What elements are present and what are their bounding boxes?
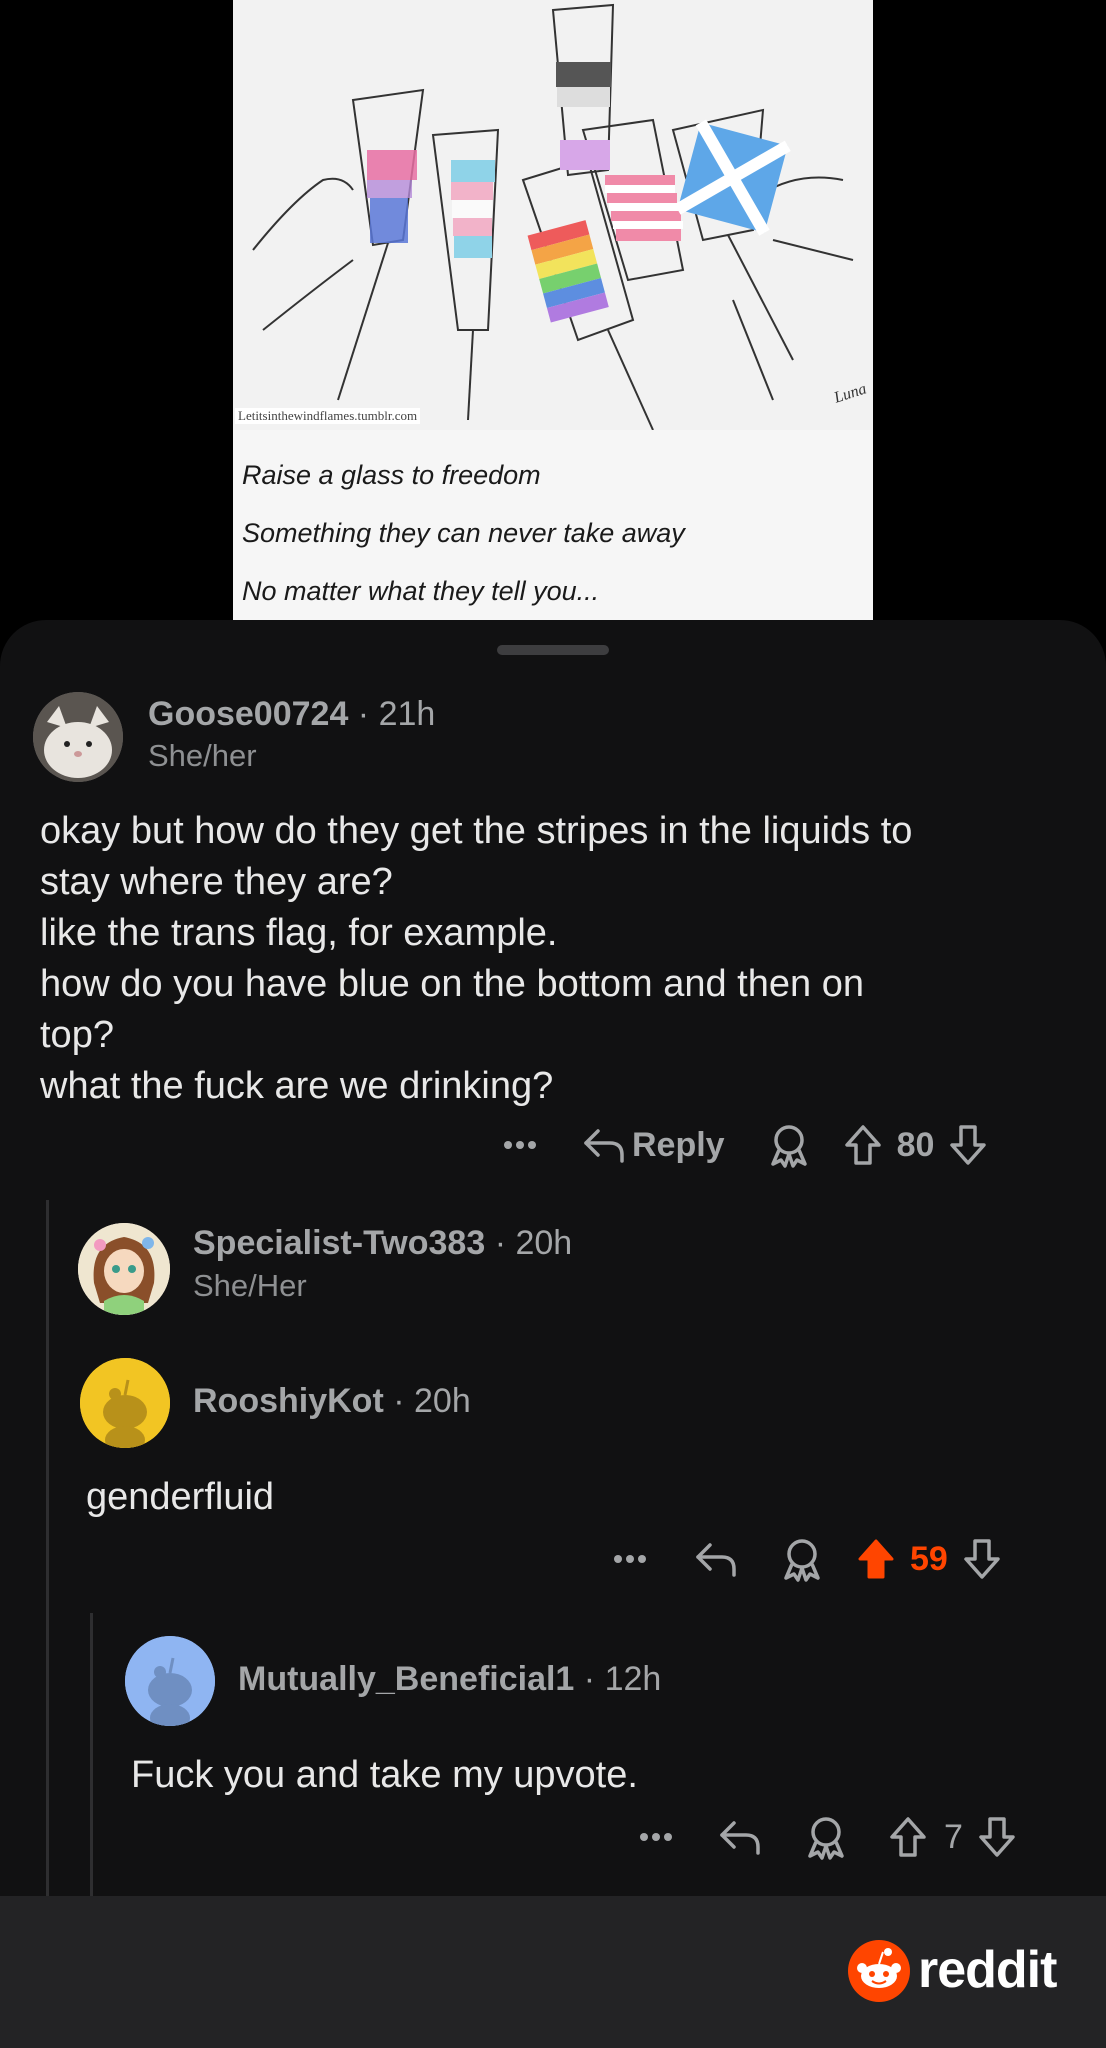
avatar-goose[interactable] (33, 692, 123, 782)
avatar-rooshiykot[interactable] (80, 1358, 170, 1448)
user-flair: She/her (148, 738, 257, 773)
comments-sheet: Goose00724 · 21h She/her okay but how do… (0, 620, 1106, 1896)
post-image[interactable]: Letitsinthewindflames.tumblr.com Luna Ra… (233, 0, 873, 620)
vote-score: 59 (910, 1539, 948, 1578)
avatar-mutually-beneficial[interactable] (125, 1636, 215, 1726)
upvote-icon[interactable] (843, 1123, 883, 1167)
comment-username[interactable]: Mutually_Beneficial1 · 12h (238, 1660, 661, 1699)
comment-username[interactable]: RooshiyKot · 20h (193, 1382, 471, 1421)
vote-score: 7 (944, 1817, 963, 1856)
comment-body: okay but how do they get the stripes in … (40, 810, 913, 1107)
award-icon[interactable] (780, 1536, 824, 1582)
downvote-icon[interactable] (977, 1815, 1017, 1859)
reddit-logo-icon (848, 1940, 910, 2002)
comment-username[interactable]: Specialist-Two383 · 20h (193, 1224, 572, 1263)
upvote-icon[interactable] (888, 1815, 928, 1859)
vote-score: 80 (896, 1125, 935, 1164)
more-icon[interactable] (632, 1831, 680, 1843)
award-icon[interactable] (804, 1814, 848, 1860)
caption-line-3: No matter what they tell you... (242, 576, 600, 606)
user-flair: She/Her (193, 1268, 307, 1303)
comment-body: genderfluid (86, 1476, 275, 1518)
caption-line-1: Raise a glass to freedom (242, 460, 541, 490)
comment-body: Fuck you and take my upvote. (131, 1754, 638, 1796)
comment-actions: 59 (606, 1534, 1002, 1584)
reply-button[interactable]: Reply (582, 1125, 725, 1165)
sheet-drag-handle[interactable] (497, 645, 609, 655)
downvote-icon[interactable] (948, 1123, 988, 1167)
comment-actions: 7 (632, 1812, 1017, 1862)
thread-line[interactable] (90, 1613, 93, 1896)
more-icon[interactable] (606, 1553, 654, 1565)
reply-icon[interactable] (694, 1539, 738, 1579)
comment-actions: Reply 80 (496, 1120, 988, 1170)
reply-icon (582, 1125, 626, 1165)
toasting-glasses-illustration (252, 3, 854, 430)
reply-icon[interactable] (718, 1817, 762, 1857)
caption-line-2: Something they can never take away (242, 518, 685, 548)
avatar-specialist[interactable] (78, 1223, 170, 1315)
upvote-icon-active[interactable] (856, 1537, 896, 1581)
award-icon[interactable] (767, 1122, 811, 1168)
thread-line[interactable] (46, 1200, 49, 1896)
downvote-icon[interactable] (962, 1537, 1002, 1581)
comment-username[interactable]: Goose00724 · 21h (148, 695, 435, 734)
image-watermark: Letitsinthewindflames.tumblr.com (235, 408, 421, 424)
more-icon[interactable] (496, 1139, 544, 1151)
reddit-wordmark: reddit (918, 1941, 1057, 1999)
